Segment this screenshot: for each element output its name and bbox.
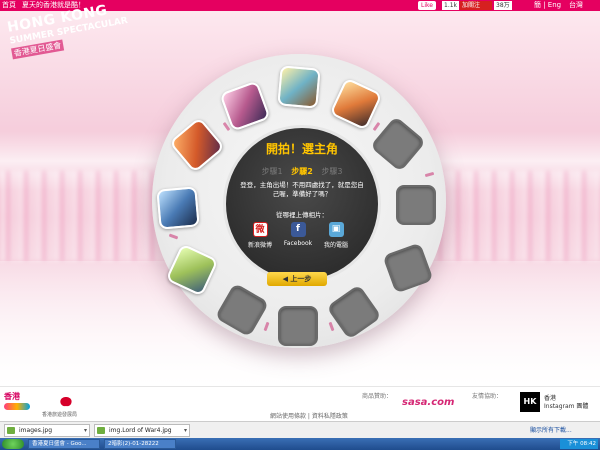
weibo-follow-button[interactable]: 加關注 bbox=[460, 1, 492, 10]
hk-brand-wave-icon bbox=[4, 403, 30, 410]
hk-instagram-line1: 香港 bbox=[544, 395, 557, 402]
weibo-icon: 微 bbox=[252, 222, 268, 237]
hk-instagram-text: 香港 Instagram 團體 bbox=[544, 395, 588, 411]
sasa-logo[interactable]: sasa.com bbox=[402, 397, 454, 408]
wizard-title: 開拍！選主角 bbox=[265, 142, 338, 156]
upload-facebook-label: Facebook bbox=[283, 240, 313, 247]
language-switcher[interactable]: 簡 | Eng bbox=[534, 0, 561, 11]
step-1: 步驟1 bbox=[261, 167, 283, 176]
upload-prompt: 從哪裡上傳相片： bbox=[276, 211, 328, 219]
download-filename: images.jpg bbox=[19, 427, 53, 434]
back-button[interactable]: ◀ 上一步 bbox=[267, 272, 327, 286]
image-file-icon bbox=[97, 427, 105, 434]
taskbar-item[interactable]: 香港夏日盛會 - Goo... bbox=[28, 439, 100, 449]
wizard-steps: 步驟1 步驟2 步驟3 bbox=[223, 166, 381, 177]
hktb-text: 香港旅遊發展局 bbox=[42, 412, 78, 418]
start-button[interactable] bbox=[2, 439, 24, 449]
hk-instagram-line2: Instagram 團體 bbox=[544, 403, 589, 410]
like-count: 1.1k bbox=[442, 1, 460, 10]
home-link[interactable]: 首頁 bbox=[2, 0, 16, 11]
system-clock: 下午 08:42 bbox=[560, 439, 598, 449]
footer: 香港 香港旅遊發展局 網站使用條款 | 資料私隱政策 商品贊助： sasa.co… bbox=[0, 386, 600, 421]
footer-links[interactable]: 網站使用條款 | 資料私隱政策 bbox=[270, 411, 348, 420]
hk-instagram-logo[interactable]: HK bbox=[520, 392, 540, 412]
photo-slot-filled[interactable] bbox=[156, 186, 200, 230]
chevron-down-icon[interactable]: ▾ bbox=[184, 425, 187, 436]
photo-slot-empty[interactable] bbox=[278, 306, 318, 346]
sponsor-label: 商品贊助： bbox=[362, 393, 393, 400]
computer-icon: ▣ bbox=[328, 222, 344, 237]
partner-label: 友情協助： bbox=[472, 393, 503, 400]
region-selector[interactable]: 台灣 bbox=[569, 0, 583, 11]
taskbar-item[interactable]: 2暗影(2)-01-28222 bbox=[104, 439, 176, 449]
chevron-down-icon[interactable]: ▾ bbox=[84, 425, 87, 436]
hk-brand-logo[interactable]: 香港 bbox=[4, 391, 20, 402]
facebook-like-button[interactable]: Like bbox=[418, 1, 436, 10]
weibo-count: 38万 bbox=[494, 1, 512, 10]
download-filename: img.Lord of War4.jpg bbox=[109, 427, 172, 434]
upload-computer-label: 我的電腦 bbox=[323, 242, 348, 249]
step-2: 步驟2 bbox=[291, 167, 313, 176]
download-item[interactable]: images.jpg ▾ bbox=[4, 424, 90, 437]
step-3: 步驟3 bbox=[321, 167, 343, 176]
photo-slot-empty[interactable] bbox=[396, 185, 436, 225]
image-file-icon bbox=[7, 427, 15, 434]
hktb-logo-icon[interactable] bbox=[56, 396, 76, 408]
upload-computer-button[interactable]: ▣ 我的電腦 bbox=[319, 222, 353, 249]
upload-weibo-label: 新浪微博 bbox=[247, 242, 272, 249]
wizard-message: 登登，主角出場！不用四處找了，就是您自己喔，準備好了嗎？ bbox=[240, 181, 364, 198]
downloads-bar: images.jpg ▾ img.Lord of War4.jpg ▾ 顯示所有… bbox=[0, 421, 600, 438]
show-all-downloads-link[interactable]: 顯示所有下載... bbox=[530, 425, 572, 434]
facebook-icon: f bbox=[290, 222, 306, 237]
download-item[interactable]: img.Lord of War4.jpg ▾ bbox=[94, 424, 190, 437]
upload-facebook-button[interactable]: f Facebook bbox=[281, 222, 315, 247]
upload-weibo-button[interactable]: 微 新浪微博 bbox=[243, 222, 277, 249]
photo-slot-filled[interactable] bbox=[277, 65, 321, 109]
back-label: 上一步 bbox=[290, 275, 312, 283]
taskbar: 香港夏日盛會 - Goo... 2暗影(2)-01-28222 下午 08:42 bbox=[0, 438, 600, 450]
